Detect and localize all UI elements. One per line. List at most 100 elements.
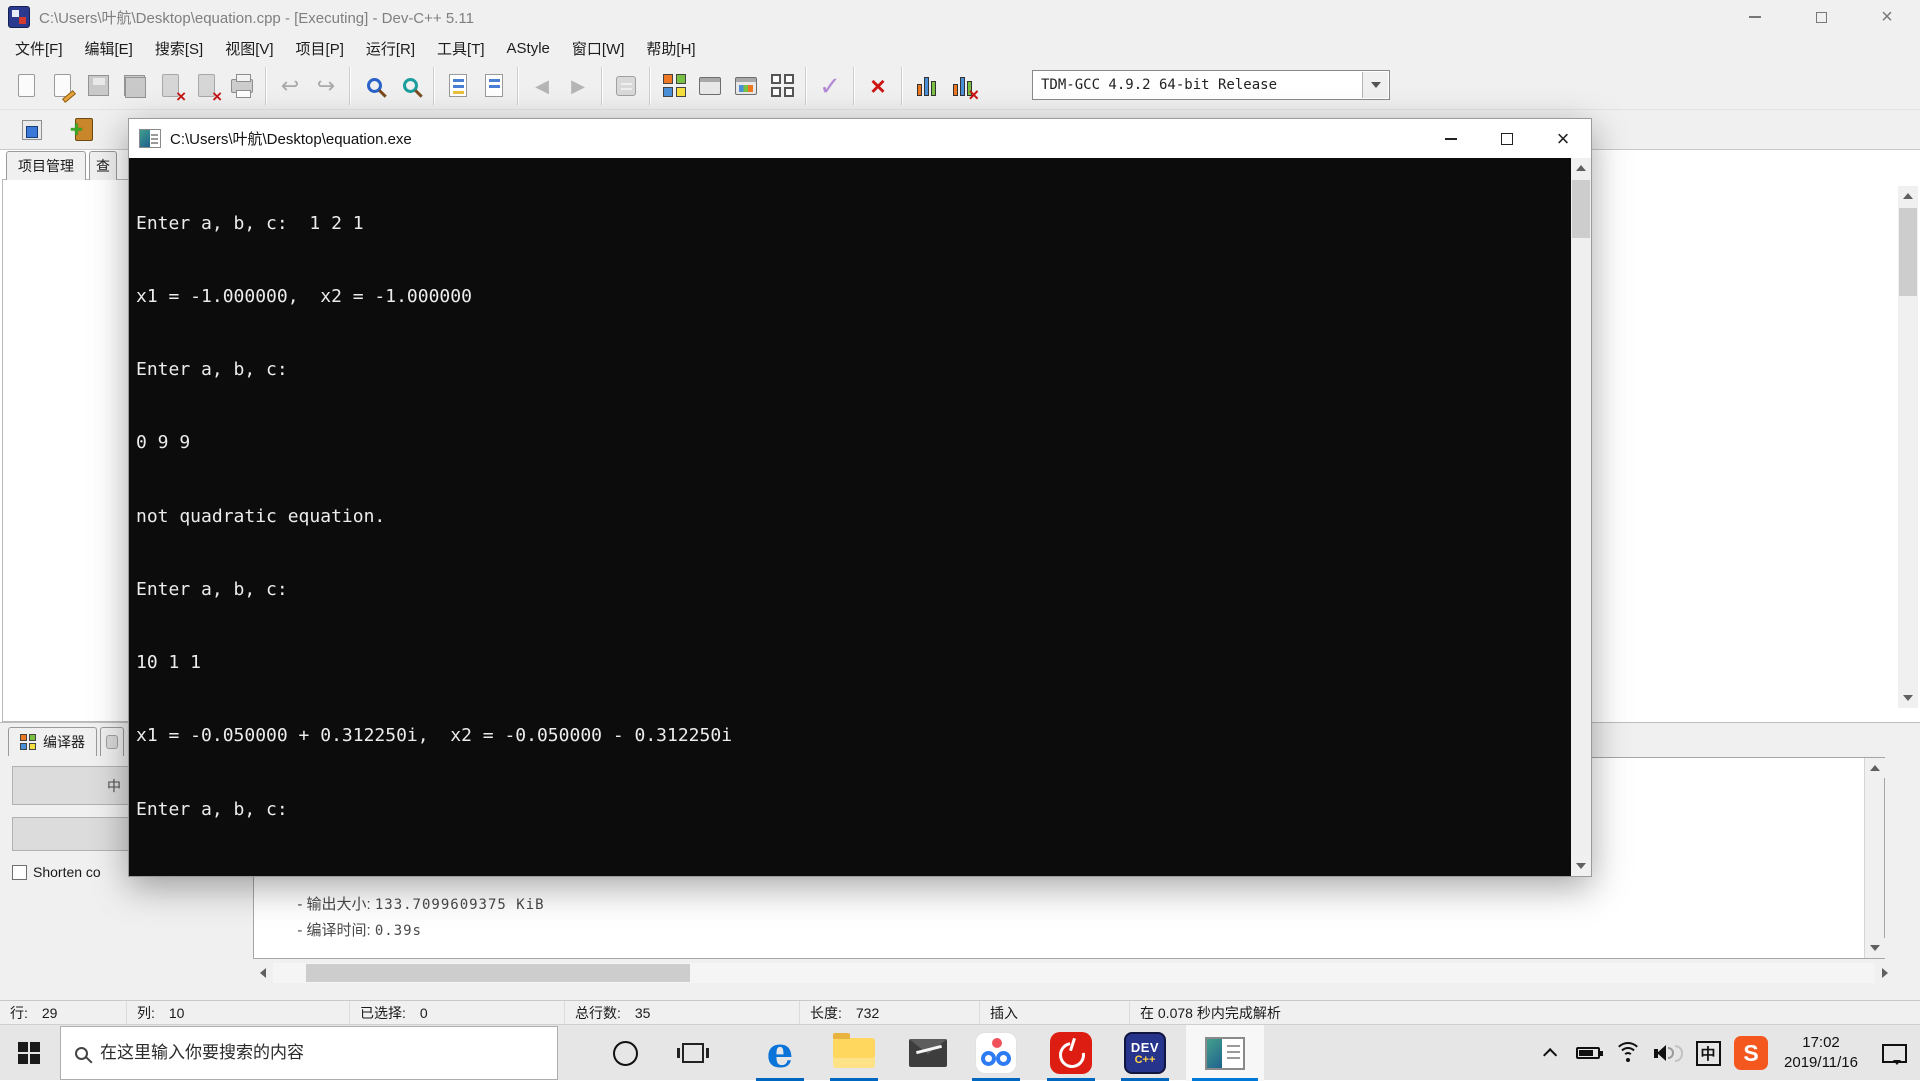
status-column: 列: 10 xyxy=(127,1001,350,1024)
ime-indicator[interactable]: 中 xyxy=(1688,1025,1728,1081)
scroll-down-button[interactable] xyxy=(1865,938,1885,958)
open-file-button[interactable] xyxy=(44,67,80,105)
compile-run-button[interactable] xyxy=(728,67,764,105)
menu-edit[interactable]: 编辑[E] xyxy=(74,34,144,62)
tab-compiler[interactable]: 编译器 xyxy=(8,727,97,756)
close-file-button[interactable]: × xyxy=(152,67,188,105)
menu-project[interactable]: 项目[P] xyxy=(285,34,355,62)
close-button[interactable]: × xyxy=(1535,119,1591,158)
status-parse-info: 在 0.078 秒内完成解析 xyxy=(1140,1004,1281,1021)
tray-expand-button[interactable] xyxy=(1528,1025,1568,1081)
menu-search[interactable]: 搜索[S] xyxy=(144,34,214,62)
tab-class-viewer[interactable]: 查 xyxy=(89,151,117,180)
stop-execution-button[interactable]: × xyxy=(860,67,896,105)
goto-declaration-button[interactable] xyxy=(608,67,644,105)
redo-button[interactable]: ↪ xyxy=(308,67,344,105)
taskbar-app-file-explorer[interactable] xyxy=(817,1025,891,1081)
battery-status[interactable] xyxy=(1568,1025,1608,1081)
scroll-down-button[interactable] xyxy=(1571,856,1591,876)
shorten-paths-option[interactable]: Shorten co xyxy=(12,864,101,880)
insert-button[interactable] xyxy=(14,111,50,149)
menu-help[interactable]: 帮助[H] xyxy=(635,34,706,62)
log-horizontal-scrollbar[interactable] xyxy=(253,963,1895,983)
editor-vertical-scrollbar[interactable] xyxy=(1898,186,1918,708)
tab-hidden-stub[interactable] xyxy=(100,727,124,756)
menu-run[interactable]: 运行[R] xyxy=(355,34,426,62)
main-toolbar: × × ↩ ↪ ◀ ▶ ✓ × × xyxy=(0,62,1920,110)
scroll-up-button[interactable] xyxy=(1898,186,1918,206)
battery-icon xyxy=(1576,1047,1604,1059)
maximize-button[interactable] xyxy=(1479,119,1535,158)
system-tray: 中 S 17:02 2019/11/16 xyxy=(1528,1025,1920,1081)
close-all-button[interactable]: × xyxy=(188,67,224,105)
action-center-button[interactable] xyxy=(1868,1025,1920,1081)
triangle-right-icon xyxy=(1882,968,1888,978)
scrollbar-thumb[interactable] xyxy=(1572,180,1590,238)
taskbar-app-mail[interactable] xyxy=(891,1025,965,1081)
taskbar-search[interactable] xyxy=(60,1026,558,1080)
task-view-button[interactable] xyxy=(666,1025,720,1081)
volume-status[interactable] xyxy=(1648,1025,1688,1081)
tab-project-manager[interactable]: 项目管理 xyxy=(6,151,86,180)
minimize-button[interactable] xyxy=(1423,119,1479,158)
scroll-down-button[interactable] xyxy=(1898,688,1918,708)
log-vertical-scrollbar[interactable] xyxy=(1864,758,1885,958)
forward-button[interactable]: ▶ xyxy=(560,67,596,105)
menu-file[interactable]: 文件[F] xyxy=(4,34,74,62)
minimize-button[interactable] xyxy=(1722,0,1788,34)
rebuild-all-button[interactable] xyxy=(764,67,800,105)
network-status[interactable] xyxy=(1608,1025,1648,1081)
start-button[interactable] xyxy=(0,1025,58,1081)
taskbar-app-edge[interactable]: e xyxy=(743,1025,817,1081)
windows-logo-icon xyxy=(18,1042,40,1064)
insert-snippet-button[interactable] xyxy=(476,67,512,105)
taskbar-app-console-active[interactable] xyxy=(1186,1025,1264,1081)
profile-delete-button[interactable]: × xyxy=(944,67,980,105)
baidu-netdisk-icon xyxy=(975,1032,1017,1074)
compiler-dropdown-button[interactable] xyxy=(1362,72,1388,98)
menu-tools[interactable]: 工具[T] xyxy=(426,34,496,62)
find-button[interactable] xyxy=(356,67,392,105)
search-icon xyxy=(75,1046,88,1060)
search-input[interactable] xyxy=(100,1043,530,1063)
maximize-button[interactable] xyxy=(1788,0,1854,34)
undo-button[interactable]: ↩ xyxy=(272,67,308,105)
cortana-button[interactable] xyxy=(598,1025,652,1081)
replace-button[interactable] xyxy=(392,67,428,105)
console-window-controls: × xyxy=(1423,119,1591,158)
new-file-button[interactable] xyxy=(8,67,44,105)
close-button[interactable]: × xyxy=(1854,0,1920,34)
menu-astyle[interactable]: AStyle xyxy=(496,34,561,62)
menu-window[interactable]: 窗口[W] xyxy=(561,34,636,62)
scroll-up-button[interactable] xyxy=(1865,758,1885,778)
save-all-button[interactable] xyxy=(116,67,152,105)
open-file-icon xyxy=(53,74,76,103)
taskbar-app-netease-music[interactable] xyxy=(1034,1025,1108,1081)
save-button[interactable] xyxy=(80,67,116,105)
devcpp-icon: DEV C++ xyxy=(1124,1032,1166,1074)
compile-button[interactable] xyxy=(656,67,692,105)
scrollbar-thumb[interactable] xyxy=(306,964,690,982)
clock[interactable]: 17:02 2019/11/16 xyxy=(1774,1025,1868,1081)
scroll-up-button[interactable] xyxy=(1571,158,1591,178)
console-output[interactable]: Enter a, b, c: 1 2 1 x1 = -1.000000, x2 … xyxy=(129,158,1591,876)
run-button[interactable] xyxy=(692,67,728,105)
taskbar-app-baidu-netdisk[interactable] xyxy=(959,1025,1033,1081)
console-scrollbar[interactable] xyxy=(1571,158,1591,876)
print-button[interactable] xyxy=(224,67,260,105)
scroll-right-button[interactable] xyxy=(1875,963,1895,983)
scrollbar-thumb[interactable] xyxy=(1899,208,1917,296)
scroll-left-button[interactable] xyxy=(253,963,273,983)
back-button[interactable]: ◀ xyxy=(524,67,560,105)
console-window[interactable]: C:\Users\叶航\Desktop\equation.exe × Enter… xyxy=(128,118,1592,877)
insert-icon xyxy=(22,119,42,140)
profile-button[interactable] xyxy=(908,67,944,105)
menu-view[interactable]: 视图[V] xyxy=(214,34,284,62)
goto-function-button[interactable] xyxy=(440,67,476,105)
taskbar-app-devcpp[interactable]: DEV C++ xyxy=(1108,1025,1182,1081)
debug-button[interactable]: ✓ xyxy=(812,67,848,105)
add-bookmark-button[interactable]: + xyxy=(66,111,102,149)
compiler-profile-select[interactable]: TDM-GCC 4.9.2 64-bit Release xyxy=(1032,70,1390,100)
checkbox-icon[interactable] xyxy=(12,864,27,880)
sogou-tray[interactable]: S xyxy=(1728,1025,1774,1081)
